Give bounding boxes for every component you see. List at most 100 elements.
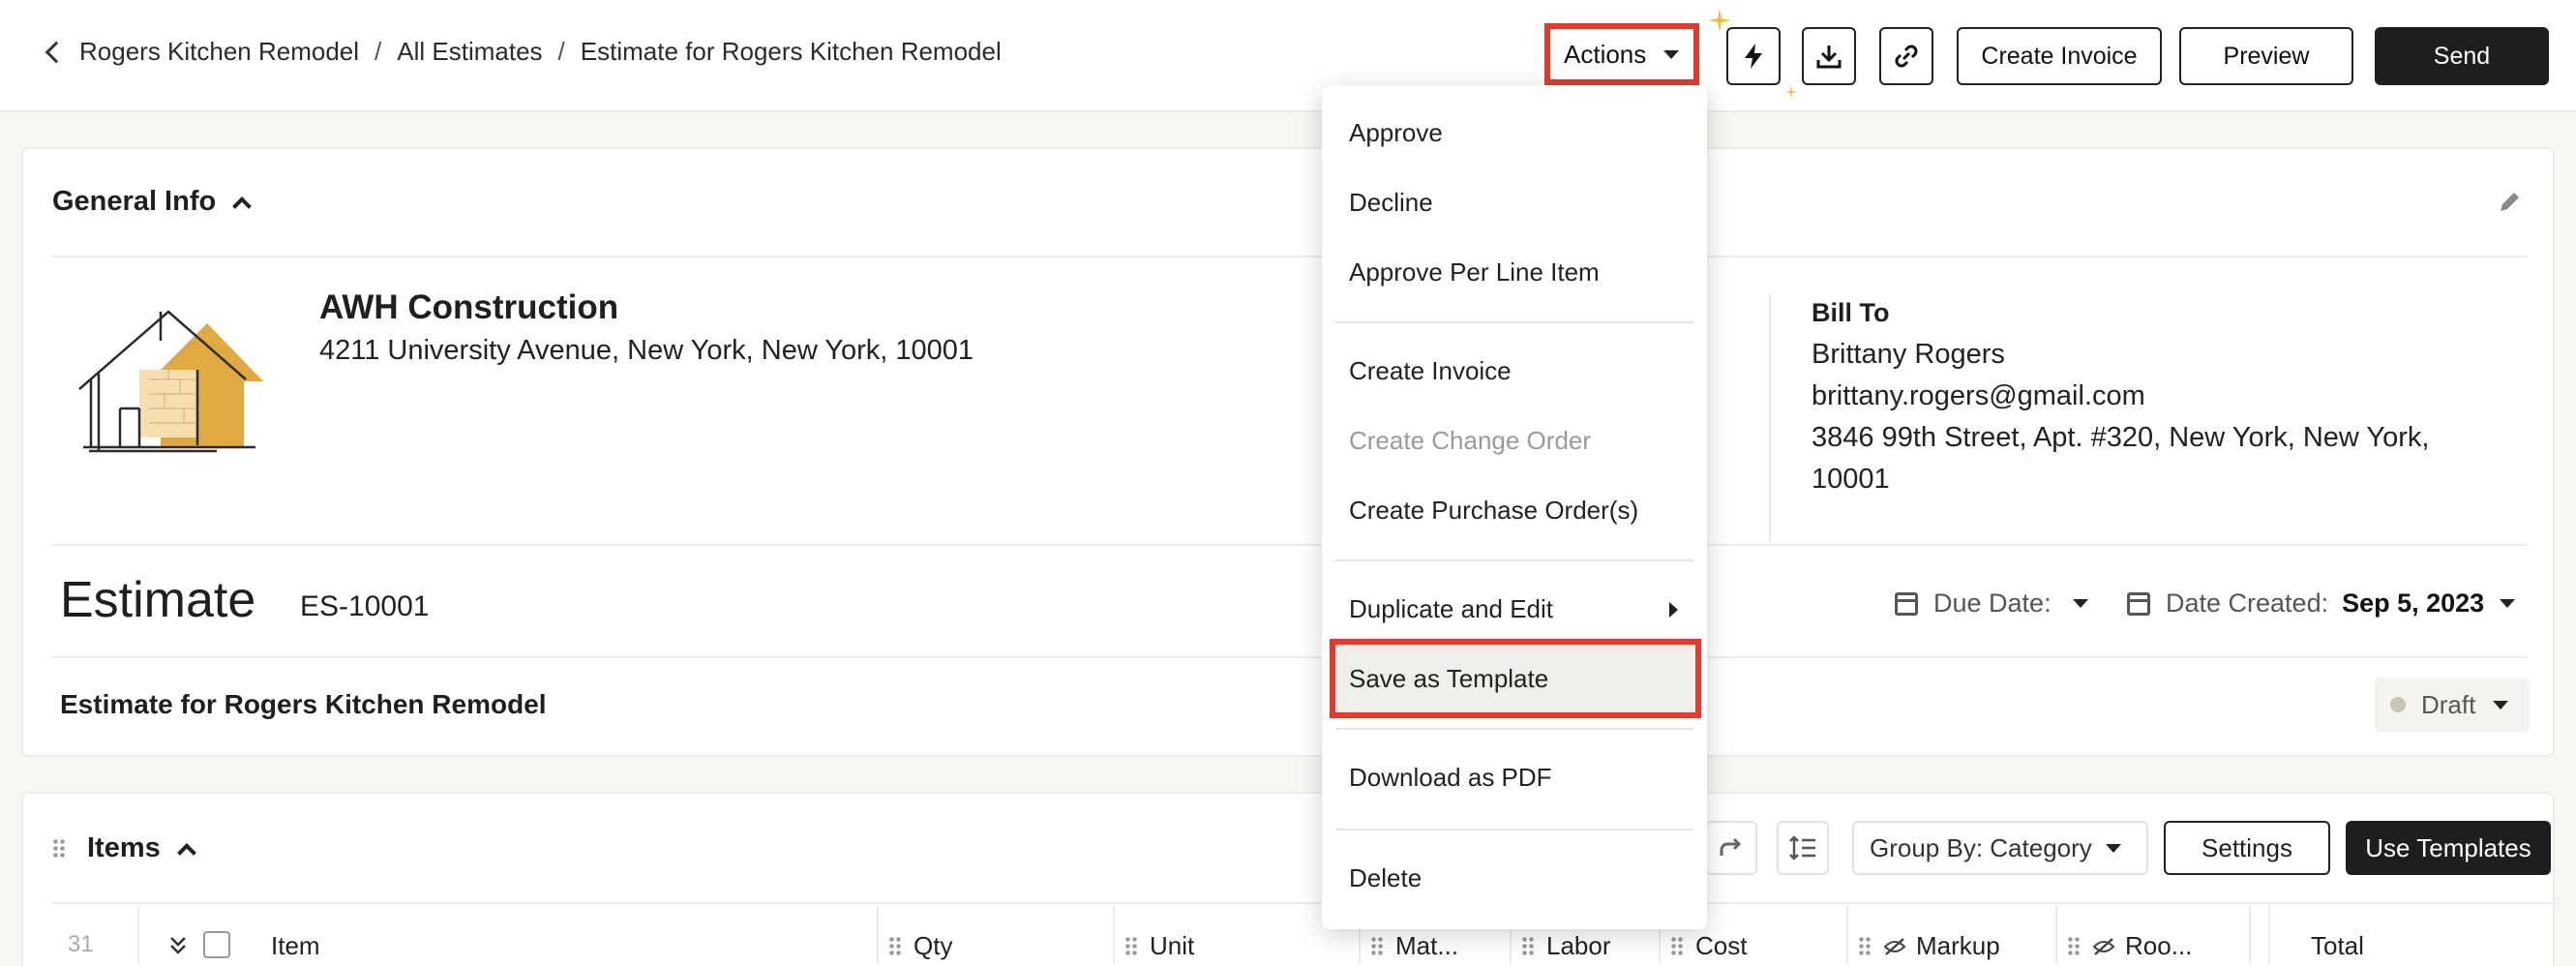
caret-down-icon (2493, 700, 2509, 709)
estimate-title: Estimate (60, 572, 256, 628)
preview-button[interactable]: Preview (2179, 27, 2353, 85)
column-header-cost[interactable]: Cost (1670, 931, 1747, 961)
bill-to-address-zip: 10001 (1812, 464, 1890, 495)
menu-item-save-as-template[interactable]: Save as Template (1349, 664, 1548, 694)
drag-handle-icon[interactable] (888, 935, 902, 957)
estimate-number: ES-10001 (300, 590, 430, 622)
caret-down-icon (2105, 843, 2121, 853)
status-dropdown[interactable]: Draft (2375, 678, 2530, 732)
column-label: Roo... (2125, 931, 2193, 960)
column-label: Qty (914, 931, 953, 960)
line-spacing-button[interactable] (1777, 821, 1829, 875)
column-label: Mat... (1395, 931, 1459, 960)
actions-dropdown-button[interactable]: Actions (1544, 23, 1699, 85)
drag-handle-icon[interactable] (1858, 935, 1872, 957)
column-header-material[interactable]: Mat... (1370, 931, 1458, 961)
column-separator (2055, 906, 2057, 964)
drag-handle-icon[interactable] (1370, 935, 1384, 957)
items-card: Items Group By: Category Settings Use Te… (21, 792, 2557, 966)
bill-to-name: Brittany Rogers (1812, 339, 2005, 370)
calendar-icon (2127, 591, 2150, 616)
download-button[interactable] (1802, 27, 1856, 85)
create-invoice-button[interactable]: Create Invoice (1957, 27, 2162, 85)
menu-item-create-purchase-orders[interactable]: Create Purchase Order(s) (1349, 496, 1638, 526)
status-label: Draft (2421, 689, 2476, 719)
menu-divider (1335, 321, 1693, 323)
due-date-picker[interactable]: Due Date: (1895, 589, 2088, 619)
menu-item-label: Duplicate and Edit (1349, 594, 1554, 623)
column-header-total[interactable]: Total (2311, 931, 2364, 961)
caret-down-icon (2072, 599, 2088, 608)
bill-to-divider (1769, 294, 1771, 542)
download-icon (1816, 45, 1842, 69)
menu-item-download-pdf[interactable]: Download as PDF (1349, 763, 1552, 793)
redo-icon (1720, 837, 1742, 856)
settings-button[interactable]: Settings (2164, 821, 2330, 875)
row-number: 31 (68, 931, 94, 957)
column-separator (2268, 906, 2270, 964)
column-header-item[interactable]: Item (271, 931, 320, 961)
menu-item-duplicate-and-edit[interactable]: Duplicate and Edit (1349, 594, 1678, 624)
drag-handle-icon[interactable] (1124, 935, 1138, 957)
menu-divider (1335, 829, 1693, 830)
expand-all-icon[interactable] (168, 934, 188, 955)
drag-handle-icon[interactable] (1521, 935, 1535, 957)
edit-pencil-icon[interactable] (2495, 188, 2524, 217)
items-header[interactable]: Items (52, 832, 196, 864)
column-header-room[interactable]: Roo... (2067, 931, 2192, 961)
company-name: AWH Construction (319, 288, 619, 326)
column-separator (1113, 906, 1115, 964)
menu-item-approve[interactable]: Approve (1349, 118, 1443, 148)
menu-item-create-invoice[interactable]: Create Invoice (1349, 356, 1512, 386)
column-label: Cost (1695, 931, 1748, 960)
divider (52, 656, 2528, 658)
copy-link-button[interactable] (1879, 27, 1933, 85)
top-bar: Rogers Kitchen Remodel / All Estimates /… (0, 0, 2576, 112)
due-date-label: Due Date: (1933, 589, 2052, 618)
eye-slash-icon[interactable] (1883, 937, 1906, 956)
quick-action-button[interactable] (1726, 27, 1781, 85)
chevron-up-icon[interactable] (176, 842, 196, 862)
column-separator (2249, 906, 2251, 964)
redo-button[interactable] (1705, 821, 1757, 875)
column-separator (877, 906, 879, 964)
column-separator (137, 906, 139, 964)
use-templates-button[interactable]: Use Templates (2346, 821, 2551, 875)
actions-menu: Approve Decline Approve Per Line Item Cr… (1322, 85, 1707, 929)
menu-item-approve-per-line-item[interactable]: Approve Per Line Item (1349, 257, 1600, 287)
divider (52, 544, 2528, 546)
company-address: 4211 University Avenue, New York, New Yo… (319, 335, 974, 366)
column-header-qty[interactable]: Qty (888, 931, 952, 961)
sparkle-small-icon (1784, 85, 1798, 99)
chevron-up-icon[interactable] (232, 196, 253, 216)
date-created-value: Sep 5, 2023 (2342, 589, 2485, 618)
column-separator (1846, 906, 1848, 964)
eye-slash-icon[interactable] (2092, 937, 2115, 956)
send-button[interactable]: Send (2375, 27, 2549, 85)
caret-right-icon (1669, 601, 1678, 618)
breadcrumb-separator: / (557, 37, 565, 66)
column-label: Markup (1916, 931, 2000, 960)
select-all-checkbox[interactable] (203, 931, 230, 958)
calendar-icon (1895, 591, 1918, 616)
back-chevron-icon[interactable] (45, 41, 68, 63)
drag-handle-icon[interactable] (52, 837, 66, 860)
breadcrumb-current: Estimate for Rogers Kitchen Remodel (580, 37, 1002, 66)
column-header-markup[interactable]: Markup (1858, 931, 2000, 961)
column-header-unit[interactable]: Unit (1124, 931, 1194, 961)
bill-to-email: brittany.rogers@gmail.com (1812, 380, 2145, 411)
bill-to-address: 3846 99th Street, Apt. #320, New York, N… (1812, 422, 2430, 453)
menu-item-decline[interactable]: Decline (1349, 188, 1433, 218)
caret-down-icon (2500, 599, 2516, 608)
general-info-card: General Info AWH Construction 4211 Unive… (21, 147, 2555, 757)
breadcrumb-project[interactable]: Rogers Kitchen Remodel (79, 37, 359, 67)
column-header-labor[interactable]: Labor (1521, 931, 1611, 961)
general-info-header[interactable]: General Info (52, 186, 253, 218)
drag-handle-icon[interactable] (1670, 935, 1684, 957)
bill-to-title: Bill To (1812, 298, 1890, 327)
menu-item-delete[interactable]: Delete (1349, 863, 1422, 893)
group-by-select[interactable]: Group By: Category (1852, 821, 2148, 875)
breadcrumb-all-estimates[interactable]: All Estimates (397, 37, 542, 67)
date-created-picker[interactable]: Date Created: Sep 5, 2023 (2127, 589, 2516, 619)
drag-handle-icon[interactable] (2067, 935, 2081, 957)
